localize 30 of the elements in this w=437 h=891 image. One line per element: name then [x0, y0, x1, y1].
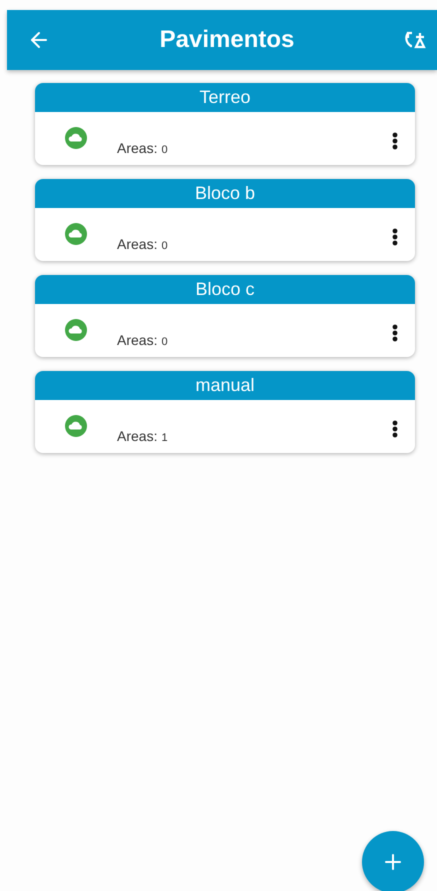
- areas-label: Areas:: [117, 428, 158, 444]
- floor-name: Bloco b: [35, 179, 415, 208]
- floor-name: Bloco c: [35, 275, 415, 304]
- more-options-button[interactable]: [392, 228, 398, 246]
- areas-label: Areas:: [117, 140, 158, 156]
- more-options-button[interactable]: [392, 324, 398, 342]
- more-vertical-icon: [392, 132, 398, 150]
- floor-card[interactable]: manual Areas: 1: [35, 371, 415, 453]
- more-options-button[interactable]: [392, 132, 398, 150]
- areas-count: 0: [161, 144, 168, 156]
- more-vertical-icon: [392, 420, 398, 438]
- floor-name: Terreo: [35, 83, 415, 112]
- more-vertical-icon: [392, 324, 398, 342]
- areas-count: 1: [161, 432, 168, 444]
- floor-name: manual: [35, 371, 415, 400]
- cloud-icon: [65, 415, 87, 437]
- areas-label: Areas:: [117, 332, 158, 348]
- more-vertical-icon: [392, 228, 398, 246]
- areas-count: 0: [161, 336, 168, 348]
- add-button[interactable]: [362, 831, 424, 891]
- cloud-icon: [65, 127, 87, 149]
- cloud-icon: [65, 223, 87, 245]
- floor-card[interactable]: Bloco b Areas: 0: [35, 179, 415, 261]
- more-options-button[interactable]: [392, 420, 398, 438]
- areas-label: Areas:: [117, 236, 158, 252]
- page-title: Pavimentos: [160, 26, 294, 54]
- cloud-icon: [65, 319, 87, 341]
- areas-count: 0: [161, 240, 168, 252]
- floor-card[interactable]: Bloco c Areas: 0: [35, 275, 415, 357]
- floor-card[interactable]: Terreo Areas: 0: [35, 83, 415, 165]
